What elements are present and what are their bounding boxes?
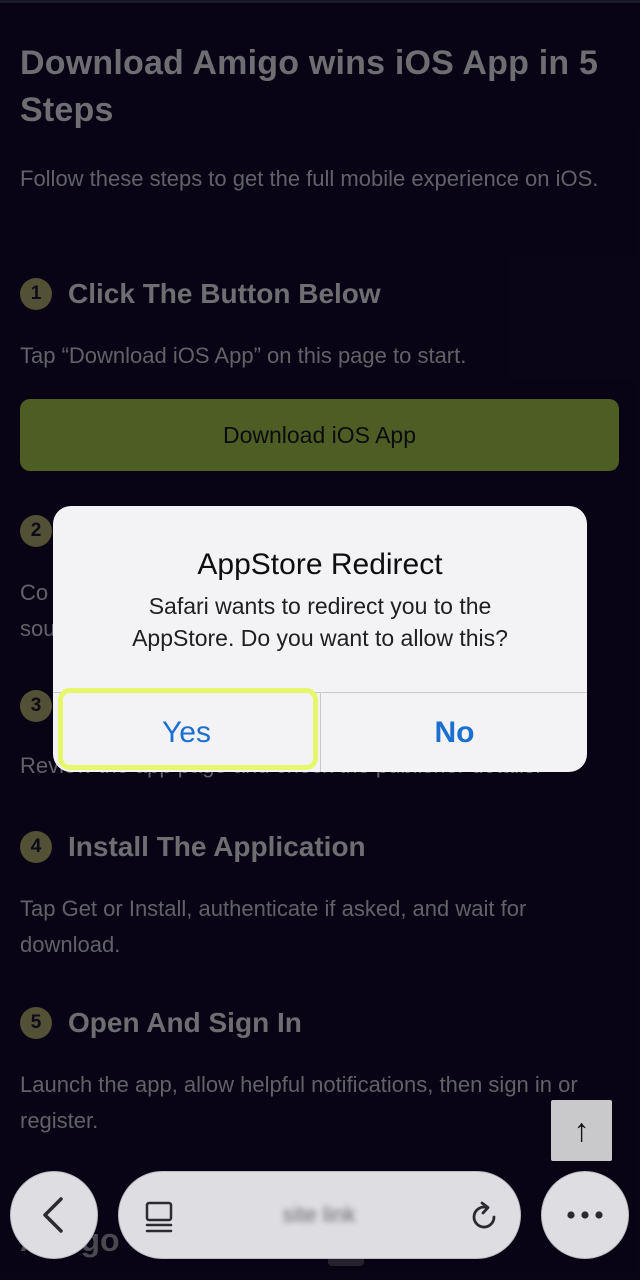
chevron-left-icon [43, 1197, 63, 1233]
more-options-button[interactable] [541, 1171, 629, 1259]
dialog-message-line-1: Safari wants to redirect you to the [148, 593, 492, 619]
dialog-message: Safari wants to redirect you to the AppS… [73, 590, 567, 654]
back-button[interactable] [10, 1171, 98, 1259]
tabs-icon[interactable] [143, 1200, 175, 1234]
url-text: site link [282, 1202, 356, 1227]
yes-button-highlight [58, 688, 318, 770]
reload-icon[interactable] [467, 1200, 501, 1234]
dialog-title: AppStore Redirect [197, 548, 443, 581]
address-bar[interactable]: site link [118, 1171, 521, 1259]
dialog-message-line-2: AppStore. Do you want to allow this? [132, 625, 508, 651]
more-icon [567, 1211, 603, 1219]
scroll-to-top-button[interactable]: ↑ [551, 1100, 612, 1161]
no-button[interactable]: No [321, 693, 587, 772]
